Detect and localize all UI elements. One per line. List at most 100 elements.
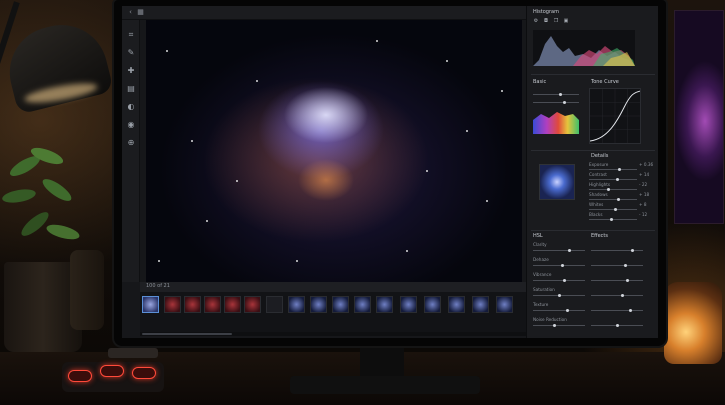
slider-knob[interactable] <box>623 264 627 267</box>
vase <box>70 250 104 330</box>
detail-slider[interactable] <box>589 208 637 211</box>
crop-icon[interactable]: ⌗ <box>126 30 136 40</box>
film-thumbnail[interactable] <box>310 296 327 313</box>
effect-slider[interactable] <box>591 279 643 282</box>
zoom-icon[interactable]: ⊕ <box>126 138 136 148</box>
gradient-icon[interactable]: ▤ <box>126 84 136 94</box>
detail-slider[interactable] <box>589 168 637 171</box>
effect-slider[interactable] <box>591 294 643 297</box>
slider-knob[interactable] <box>631 249 634 252</box>
effect-slider[interactable] <box>591 249 643 252</box>
film-thumbnail[interactable] <box>400 296 417 313</box>
slider-label: Shadows <box>589 192 608 197</box>
slider-knob[interactable] <box>568 249 571 252</box>
effect-slider[interactable] <box>533 309 585 312</box>
effects-title: Effects <box>591 233 608 239</box>
slider-knob[interactable] <box>616 324 619 327</box>
film-thumbnail[interactable] <box>164 296 181 313</box>
film-thumbnail[interactable] <box>244 296 261 313</box>
slider-knob[interactable] <box>615 178 619 181</box>
monitor-stand-foot <box>290 376 480 394</box>
nebula-image-canvas[interactable] <box>146 20 522 282</box>
slider-knob[interactable] <box>617 168 621 171</box>
detail-preview-thumbnail[interactable] <box>539 164 575 200</box>
detail-slider[interactable] <box>589 178 637 181</box>
slider-value: - 22 <box>639 182 648 187</box>
film-thumbnail[interactable] <box>354 296 371 313</box>
effect-slider[interactable] <box>591 324 643 327</box>
film-thumbnail[interactable] <box>266 296 283 313</box>
eye-icon[interactable]: ◉ <box>126 120 136 130</box>
slider-value: - 12 <box>639 212 648 217</box>
basic-slider[interactable] <box>533 101 579 104</box>
color-title: HSL <box>533 233 543 239</box>
effect-slider[interactable] <box>533 324 585 327</box>
film-thumbnail[interactable] <box>288 296 305 313</box>
hsl-color-chart <box>533 112 579 134</box>
slider-knob[interactable] <box>563 279 566 282</box>
mask-icon[interactable]: ◐ <box>126 102 136 112</box>
detail-slider[interactable] <box>589 198 637 201</box>
heal-icon[interactable]: ✚ <box>126 66 136 76</box>
filmstrip-scrollbar[interactable] <box>140 332 526 336</box>
camera-icon[interactable]: ◘ <box>543 18 549 24</box>
settings-icon[interactable]: ⚙ <box>533 18 539 24</box>
effect-slider[interactable] <box>533 264 585 267</box>
slider-label: Contrast <box>589 172 607 177</box>
tone-curve-chart[interactable] <box>589 88 641 144</box>
slider-knob[interactable] <box>616 198 620 201</box>
effect-slider-label: Texture <box>533 302 549 307</box>
back-icon[interactable]: ‹ <box>126 8 135 17</box>
slider-value: + 14 <box>639 172 650 177</box>
candle-jar <box>664 282 722 364</box>
film-thumbnail[interactable] <box>332 296 349 313</box>
film-thumbnail[interactable] <box>184 296 201 313</box>
effect-slider[interactable] <box>591 264 643 267</box>
slider-knob[interactable] <box>560 264 564 267</box>
film-thumbnail[interactable] <box>224 296 241 313</box>
slider-knob[interactable] <box>626 279 629 282</box>
film-thumbnail[interactable] <box>424 296 441 313</box>
effect-slider-label: Saturation <box>533 287 555 292</box>
basic-title: Basic <box>533 79 547 85</box>
slider-knob[interactable] <box>614 208 618 211</box>
slider-knob[interactable] <box>607 188 611 191</box>
film-thumbnail[interactable] <box>376 296 393 313</box>
tone-curve-title: Tone Curve <box>591 79 619 85</box>
film-thumbnail[interactable] <box>142 296 159 313</box>
film-thumbnail[interactable] <box>472 296 489 313</box>
detail-slider[interactable] <box>589 188 637 191</box>
copy-icon[interactable]: ❐ <box>553 18 559 24</box>
slider-knob[interactable] <box>565 309 569 312</box>
slider-knob[interactable] <box>621 294 624 297</box>
film-thumbnail[interactable] <box>448 296 465 313</box>
panel-divider <box>531 74 655 75</box>
scroll-thumb[interactable] <box>142 333 232 335</box>
film-thumbnail[interactable] <box>496 296 513 313</box>
effect-slider[interactable] <box>533 249 585 252</box>
slider-knob[interactable] <box>553 324 556 327</box>
histogram-chart <box>533 30 635 66</box>
effect-slider-label: Vibrance <box>533 272 552 277</box>
slider-knob[interactable] <box>609 218 613 221</box>
detail-slider[interactable] <box>589 218 637 221</box>
brush-icon[interactable]: ✎ <box>126 48 136 58</box>
film-thumbnail[interactable] <box>204 296 221 313</box>
monitor: ‹ ▦ ⌗ ✎ ✚ ▤ ◐ ◉ ⊕ 100 of 21 Histogram ⚙ … <box>114 0 666 346</box>
slider-knob[interactable] <box>558 294 561 297</box>
slider-knob[interactable] <box>628 309 632 312</box>
grid-icon[interactable]: ▦ <box>136 8 145 17</box>
panel-divider <box>531 230 655 231</box>
effect-slider[interactable] <box>533 294 585 297</box>
basic-slider[interactable] <box>533 93 579 96</box>
control-knob <box>68 370 92 382</box>
filmstrip-count: 100 of 21 <box>146 283 170 289</box>
effect-slider[interactable] <box>533 279 585 282</box>
wall-poster <box>674 10 724 224</box>
control-pad <box>62 362 164 392</box>
effect-slider[interactable] <box>591 309 643 312</box>
slider-value: + 0.36 <box>639 162 654 167</box>
paste-icon[interactable]: ▣ <box>563 18 569 24</box>
monitor-stand <box>360 346 404 380</box>
panel-divider <box>531 150 655 151</box>
